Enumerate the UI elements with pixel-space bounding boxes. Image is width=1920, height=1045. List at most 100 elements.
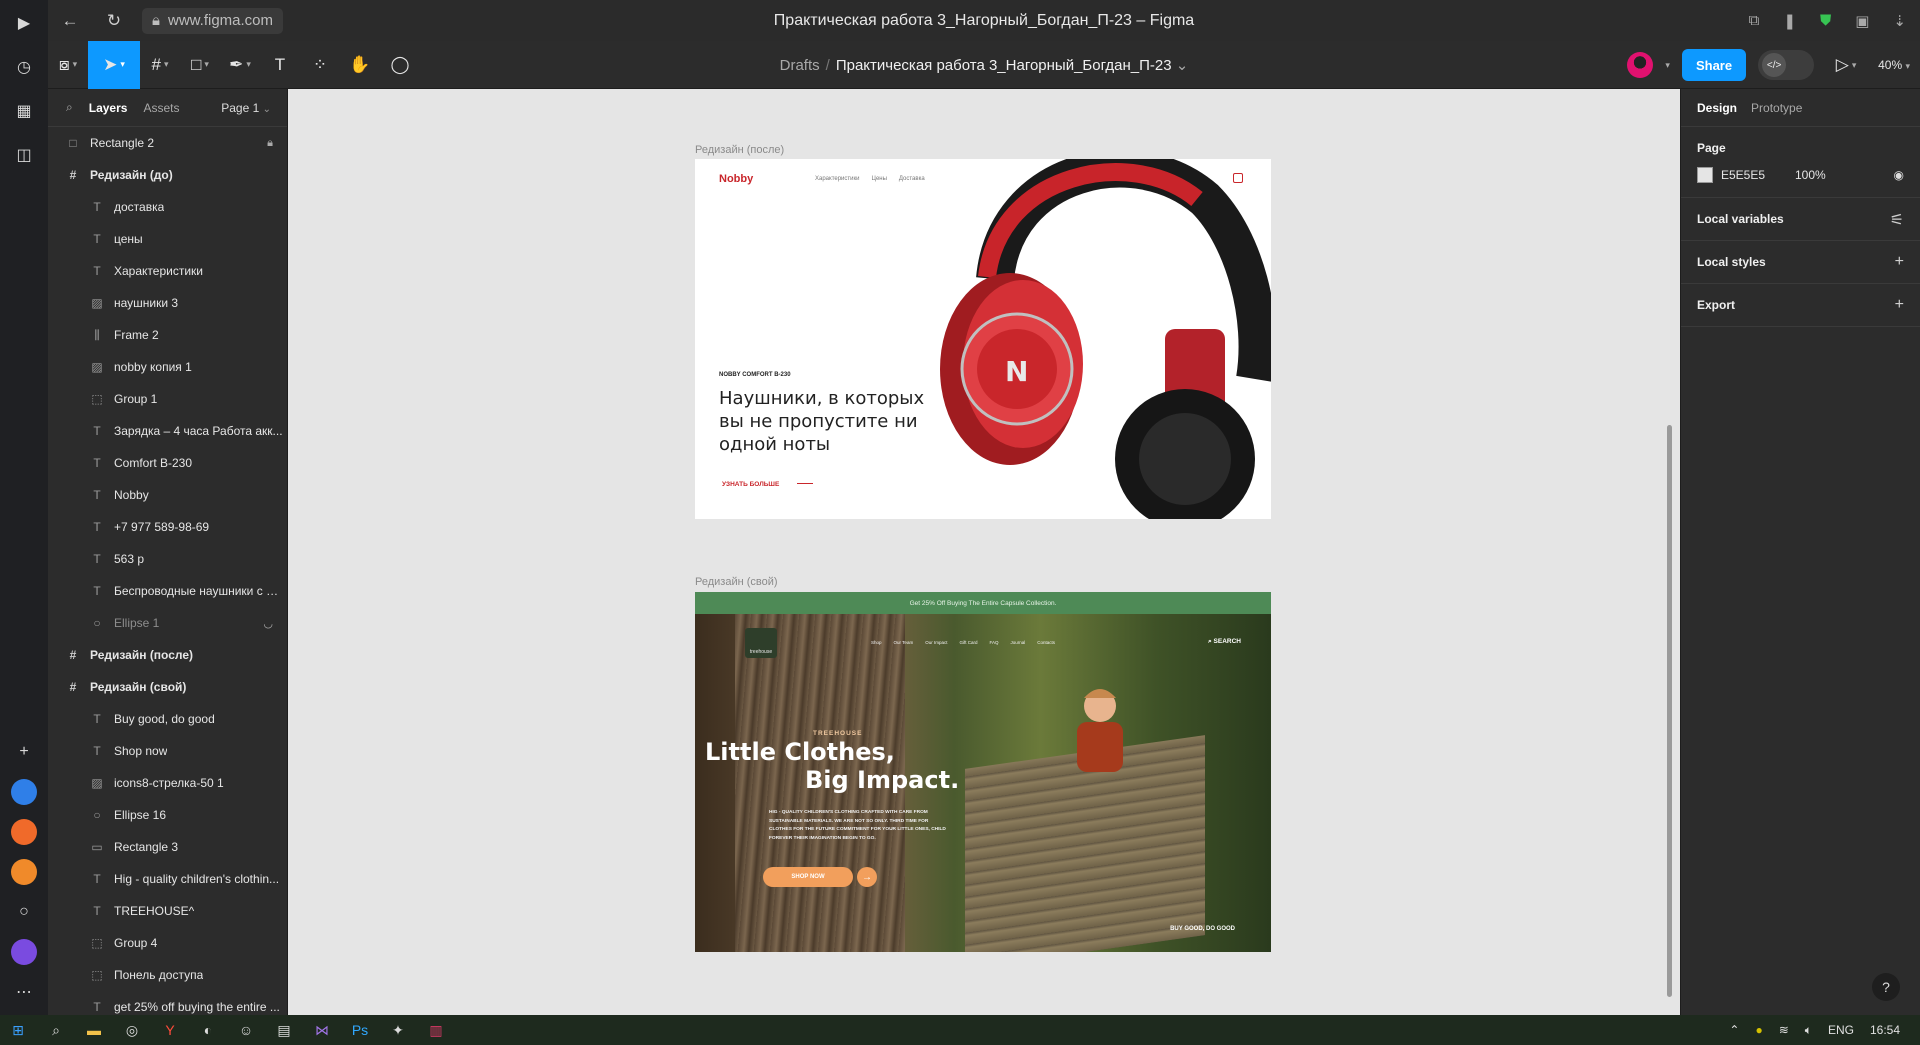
move-tool-button[interactable]: ➤ ▾ <box>88 40 140 89</box>
resources-button[interactable]: ⁘ <box>300 41 340 89</box>
layer-row[interactable]: Tдоставка <box>48 191 287 223</box>
layer-row[interactable]: T 563 р <box>48 543 287 575</box>
shape-tool-button[interactable]: □ ▾ <box>180 41 220 89</box>
layer-row[interactable]: T Buy good, do good <box>48 703 287 735</box>
assistant-icon[interactable] <box>11 939 37 965</box>
tab-layers[interactable]: Layers <box>89 101 128 115</box>
frame-label-own[interactable]: Редизайн (свой) <box>695 576 778 588</box>
canvas[interactable]: Редизайн (после) Nobby Характеристики Це… <box>288 89 1680 1015</box>
visual-studio-icon[interactable]: ⋈ <box>312 1020 332 1040</box>
tab-assets[interactable]: Assets <box>143 101 179 115</box>
app-icon[interactable] <box>11 859 37 885</box>
layer-row[interactable]: ○ Ellipse 16 <box>48 799 287 831</box>
layer-row[interactable]: T Nobby <box>48 479 287 511</box>
app-icon[interactable] <box>11 819 37 845</box>
layer-row[interactable]: Tцены <box>48 223 287 255</box>
back-icon[interactable]: ← <box>48 11 92 31</box>
page-opacity-value[interactable]: 100% <box>1795 168 1826 182</box>
page-selector[interactable]: Page 1 ⌄ <box>221 101 271 115</box>
layer-row[interactable]: ⫼ Frame 2 <box>48 319 287 351</box>
reload-icon[interactable]: ↻ <box>92 11 136 31</box>
yandex-browser-icon[interactable]: Y <box>160 1020 180 1040</box>
frame-label-after[interactable]: Редизайн (после) <box>695 144 784 156</box>
main-menu-button[interactable]: ⧇ ▾ <box>48 41 88 89</box>
language-indicator[interactable]: ENG <box>1828 1023 1854 1037</box>
alice-icon[interactable]: ○ <box>11 899 37 925</box>
file-name[interactable]: Практическая работа 3_Нагорный_Богдан_П-… <box>836 57 1172 74</box>
variables-icon[interactable]: ⚟ <box>1890 210 1904 230</box>
shield-icon[interactable]: ⛊ <box>1820 12 1831 30</box>
share-button[interactable]: Share <box>1681 49 1747 81</box>
layer-row[interactable]: T TREEHOUSE^ <box>48 895 287 927</box>
layer-row[interactable]: □ Rectangle 2 🔒︎ <box>48 127 287 159</box>
layer-row[interactable]: ▨ nobby копия 1 <box>48 351 287 383</box>
canvas-scrollbar[interactable] <box>1667 425 1672 997</box>
video-icon[interactable]: ▶ <box>11 10 37 36</box>
layer-row[interactable]: # Редизайн (после) <box>48 639 287 671</box>
winrar-icon[interactable]: ▥ <box>426 1020 446 1040</box>
frame-redesign-after[interactable]: Nobby Характеристики Цены Доставка N NOB… <box>695 159 1271 519</box>
downloads-icon[interactable]: ⇣ <box>1893 12 1906 30</box>
layer-row[interactable]: T Comfort B-230 <box>48 447 287 479</box>
layer-row[interactable]: # Редизайн (свой) <box>48 671 287 703</box>
layer-row[interactable]: T Shop now <box>48 735 287 767</box>
layer-row[interactable]: Tget 25% off buying the entire ... <box>48 991 287 1015</box>
notepad-icon[interactable]: ▤ <box>274 1020 294 1040</box>
layer-row[interactable]: ▨ наушники 3 <box>48 287 287 319</box>
layer-row[interactable]: ○ Ellipse 1 ◡ <box>48 607 287 639</box>
app-icon[interactable]: ☺ <box>236 1020 256 1040</box>
text-tool-button[interactable]: T <box>260 41 300 89</box>
clock[interactable]: 16:54 <box>1870 1023 1900 1037</box>
breadcrumb-drafts[interactable]: Drafts <box>780 57 820 74</box>
tab-design[interactable]: Design <box>1697 101 1737 115</box>
screenshot-icon[interactable]: ◫ <box>11 142 37 168</box>
search-icon[interactable]: ⌕ <box>46 1020 66 1040</box>
tray-app-icon[interactable]: ● <box>1755 1023 1762 1037</box>
eye-icon[interactable]: ◉ <box>1894 168 1904 182</box>
photoshop-icon[interactable]: Ps <box>350 1020 370 1040</box>
layer-row[interactable]: ▨ icons8-стрелка-50 1 <box>48 767 287 799</box>
layer-row[interactable]: T Беспроводные наушники с м... <box>48 575 287 607</box>
zoom-level[interactable]: 40% ▾ <box>1878 58 1910 72</box>
add-icon[interactable]: + <box>1895 253 1904 271</box>
history-icon[interactable]: ◷ <box>11 54 37 80</box>
file-explorer-icon[interactable]: ▬ <box>84 1020 104 1040</box>
layer-row[interactable]: T Hig - quality children's clothin... <box>48 863 287 895</box>
layer-row[interactable]: ⬚ Group 1 <box>48 383 287 415</box>
more-icon[interactable]: ⋯ <box>11 979 37 1005</box>
lock-icon[interactable]: 🔒︎ <box>267 137 273 150</box>
local-variables-section[interactable]: Local variables ⚟ <box>1681 198 1920 241</box>
extensions-icon[interactable]: ▣ <box>1855 12 1869 30</box>
add-icon[interactable]: + <box>1895 296 1904 314</box>
pen-tool-button[interactable]: ✒ ▾ <box>220 41 260 89</box>
help-button[interactable]: ? <box>1872 973 1900 1001</box>
layer-row[interactable]: T +7 977 589-98-69 <box>48 511 287 543</box>
volume-icon[interactable]: 🔈︎ <box>1805 1023 1812 1038</box>
chevron-down-icon[interactable]: ⌄ <box>1172 57 1189 74</box>
address-bar[interactable]: 🔒︎ www.figma.com <box>142 7 284 34</box>
layer-row[interactable]: T Зарядка – 4 часа Работа акк... <box>48 415 287 447</box>
hand-tool-button[interactable]: ✋ <box>340 41 380 89</box>
hidden-icon[interactable]: ◡ <box>263 617 273 630</box>
present-button[interactable]: ▷ ▾ <box>1826 41 1866 89</box>
avatar[interactable] <box>1627 52 1654 78</box>
app-icon[interactable]: ◐ <box>198 1020 218 1040</box>
add-icon[interactable]: + <box>11 739 37 765</box>
dev-mode-toggle[interactable]: </> <box>1758 50 1815 80</box>
wifi-icon[interactable]: ≋ <box>1779 1023 1789 1037</box>
page-color-value[interactable]: E5E5E5 <box>1721 168 1795 182</box>
page-color-swatch[interactable] <box>1697 167 1713 183</box>
comment-tool-button[interactable]: ◯ <box>380 41 420 89</box>
tray-expand-icon[interactable]: ⌃ <box>1729 1023 1739 1037</box>
help-app-icon[interactable] <box>11 779 37 805</box>
chevron-down-icon[interactable]: ▾ <box>1665 60 1670 71</box>
calendar-icon[interactable]: ▦ <box>11 98 37 124</box>
frame-redesign-own[interactable]: Get 25% Off Buying The Entire Capsule Co… <box>695 592 1271 952</box>
layer-row[interactable]: T Характеристики <box>48 255 287 287</box>
layer-row[interactable]: ⬚ Понель доступа <box>48 959 287 991</box>
layer-row[interactable]: ⬚ Group 4 <box>48 927 287 959</box>
tabs-icon[interactable]: ⧉ <box>1749 12 1760 30</box>
frame-tool-button[interactable]: # ▾ <box>140 41 180 89</box>
layer-row[interactable]: # Редизайн (до) <box>48 159 287 191</box>
search-icon[interactable]: ⌕ <box>66 100 73 115</box>
